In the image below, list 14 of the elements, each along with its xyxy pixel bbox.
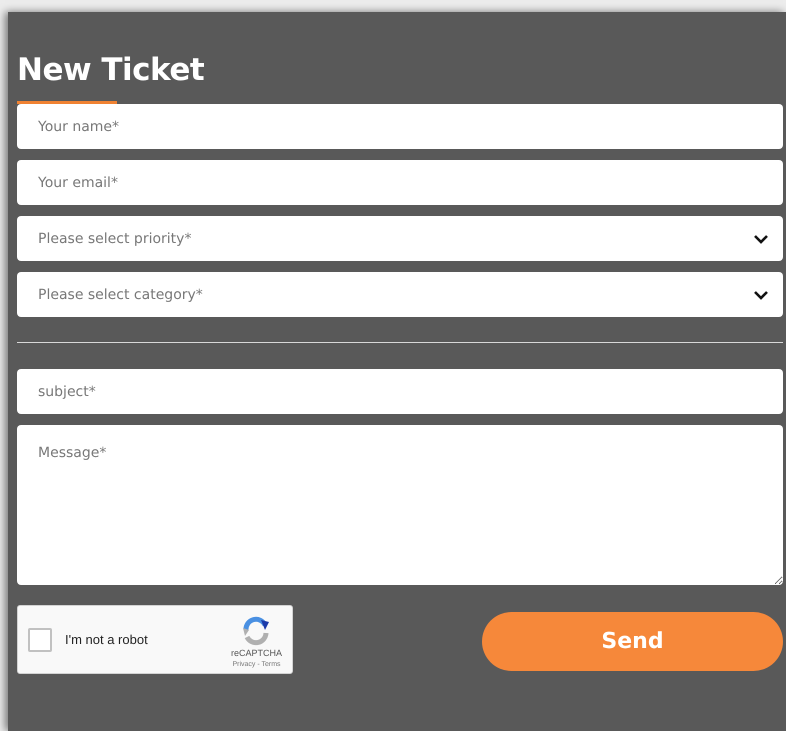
input-field[interactable]: subject* <box>17 369 783 414</box>
recaptcha-logo-icon <box>241 616 272 646</box>
send-button[interactable]: Send <box>482 612 783 671</box>
chevron-down-icon <box>753 290 769 300</box>
select-field[interactable]: Please select category* <box>17 272 783 317</box>
message-field[interactable]: Message* <box>17 425 783 585</box>
captcha-brand: reCAPTCHA <box>230 648 282 658</box>
input-field[interactable]: Your name* <box>17 104 783 149</box>
captcha-label: I'm not a robot <box>65 632 149 647</box>
select-field[interactable]: Please select priority* <box>17 216 783 261</box>
checkbox[interactable] <box>28 628 52 652</box>
chevron-down-icon <box>753 234 769 244</box>
form-title: New Ticket <box>17 52 206 88</box>
input-field[interactable]: Your email* <box>17 160 783 205</box>
